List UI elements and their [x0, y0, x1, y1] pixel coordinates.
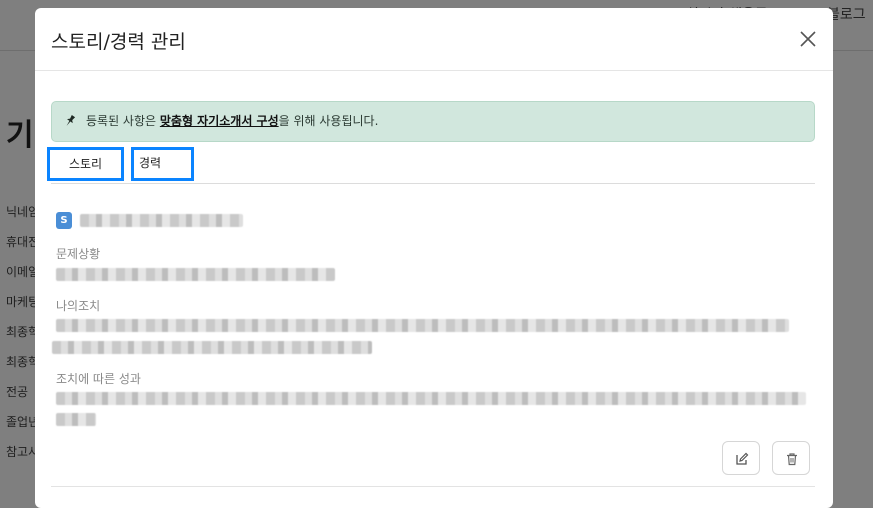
notice-emphasis: 맞춤형 자기소개서 구성 — [159, 114, 279, 128]
divider — [51, 486, 815, 487]
edit-icon — [736, 452, 749, 465]
background-page-title: 기 — [6, 118, 34, 153]
field-label-action: 나의조치 — [56, 299, 101, 313]
close-button[interactable] — [797, 28, 819, 50]
action-text-redacted-line1 — [56, 319, 789, 332]
notice-banner: 등록된 사항은 맞춤형 자기소개서 구성을 위해 사용됩니다. — [51, 101, 815, 142]
notice-prefix: 등록된 사항은 — [86, 114, 160, 128]
trash-icon — [787, 453, 797, 466]
story-career-modal: 스토리/경력 관리 등록된 사항은 맞춤형 자기소개서 구성을 위해 사용됩니다… — [35, 8, 833, 508]
pin-icon — [66, 114, 76, 126]
story-badge: S — [56, 212, 72, 229]
field-label-result: 조치에 따른 성과 — [56, 372, 141, 386]
story-title-redacted — [80, 214, 243, 227]
modal-header: 스토리/경력 관리 — [35, 8, 833, 71]
field-label-problem: 문제상황 — [56, 247, 101, 261]
modal-title: 스토리/경력 관리 — [51, 31, 186, 53]
delete-button[interactable] — [772, 441, 810, 475]
result-text-redacted-line2 — [56, 413, 96, 426]
notice-suffix: 을 위해 사용됩니다. — [278, 114, 379, 128]
close-icon — [800, 31, 816, 47]
action-text-redacted-line2 — [52, 341, 372, 354]
tab-career[interactable]: 경력 — [131, 147, 194, 181]
problem-text-redacted — [56, 268, 335, 281]
tab-story[interactable]: 스토리 — [47, 147, 124, 181]
tab-bar: 스토리 경력 — [47, 147, 815, 184]
result-text-redacted-line1 — [56, 392, 806, 405]
edit-button[interactable] — [722, 441, 760, 475]
